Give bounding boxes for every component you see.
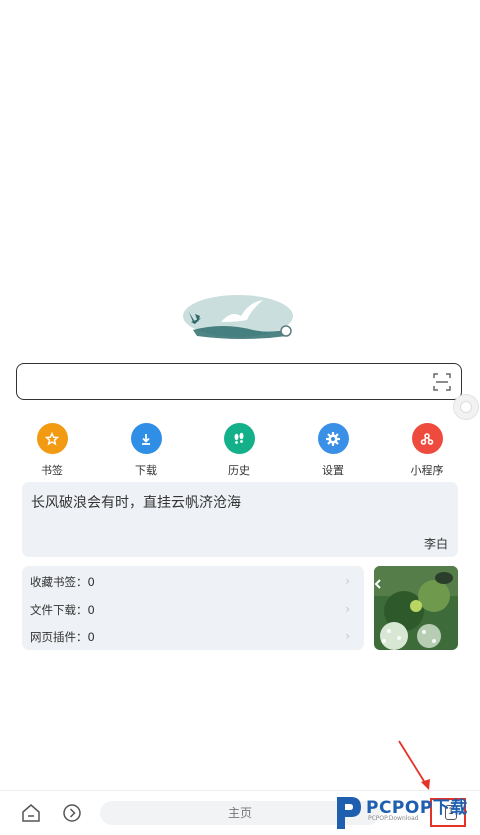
quote-text: 长风破浪会有时，直挂云帆济沧海: [31, 495, 241, 511]
download-icon: [130, 423, 162, 454]
floating-assist-button[interactable]: [453, 394, 479, 420]
stat-row-plugins[interactable]: 网页插件：0 ›: [30, 629, 360, 649]
stats-card: 收藏书签：0 › 文件下载：0 › 网页插件：0 ›: [22, 566, 364, 650]
quick-link-bookmarks[interactable]: 书签: [22, 423, 82, 478]
search-bar[interactable]: [16, 363, 462, 400]
chevron-right-icon: ›: [345, 574, 350, 588]
home-icon[interactable]: [21, 803, 41, 827]
app-logo: [183, 292, 298, 342]
gear-icon: [317, 423, 349, 454]
quick-link-label: 历史: [228, 464, 250, 477]
stat-label: 文件下载：0: [30, 603, 95, 617]
stat-row-downloads[interactable]: 文件下载：0 ›: [30, 602, 360, 622]
star-icon: [36, 423, 68, 454]
quick-link-mini-programs[interactable]: 小程序: [397, 423, 457, 478]
watermark-subtext: PCPOP.Download: [368, 815, 419, 822]
chevron-right-icon: ›: [345, 602, 350, 616]
quick-link-settings[interactable]: 设置: [303, 423, 363, 478]
quick-link-label: 书签: [41, 464, 63, 477]
watermark: PCPOP下载 PCPOP.Download: [333, 789, 480, 833]
quote-author: 李白: [423, 537, 448, 551]
quote-card[interactable]: 长风破浪会有时，直挂云帆济沧海 李白: [22, 482, 458, 557]
scan-icon[interactable]: [433, 373, 451, 391]
quick-link-downloads[interactable]: 下载: [116, 423, 176, 478]
chevron-right-icon: ›: [345, 629, 350, 643]
watermark-logo-icon: [333, 791, 363, 835]
quick-link-history[interactable]: 历史: [209, 423, 269, 478]
quick-link-label: 设置: [322, 464, 344, 477]
mini-program-icon: [411, 423, 443, 454]
stat-row-bookmarks[interactable]: 收藏书签：0 ›: [30, 574, 360, 594]
wallpaper-thumbnail[interactable]: [374, 566, 458, 650]
search-input[interactable]: [29, 370, 423, 394]
stat-label: 网页插件：0: [30, 630, 95, 644]
quick-link-label: 下载: [135, 464, 157, 477]
forward-icon[interactable]: [62, 803, 82, 827]
stat-label: 收藏书签：0: [30, 575, 95, 589]
footprints-icon: [223, 423, 255, 454]
quick-link-label: 小程序: [410, 464, 444, 477]
